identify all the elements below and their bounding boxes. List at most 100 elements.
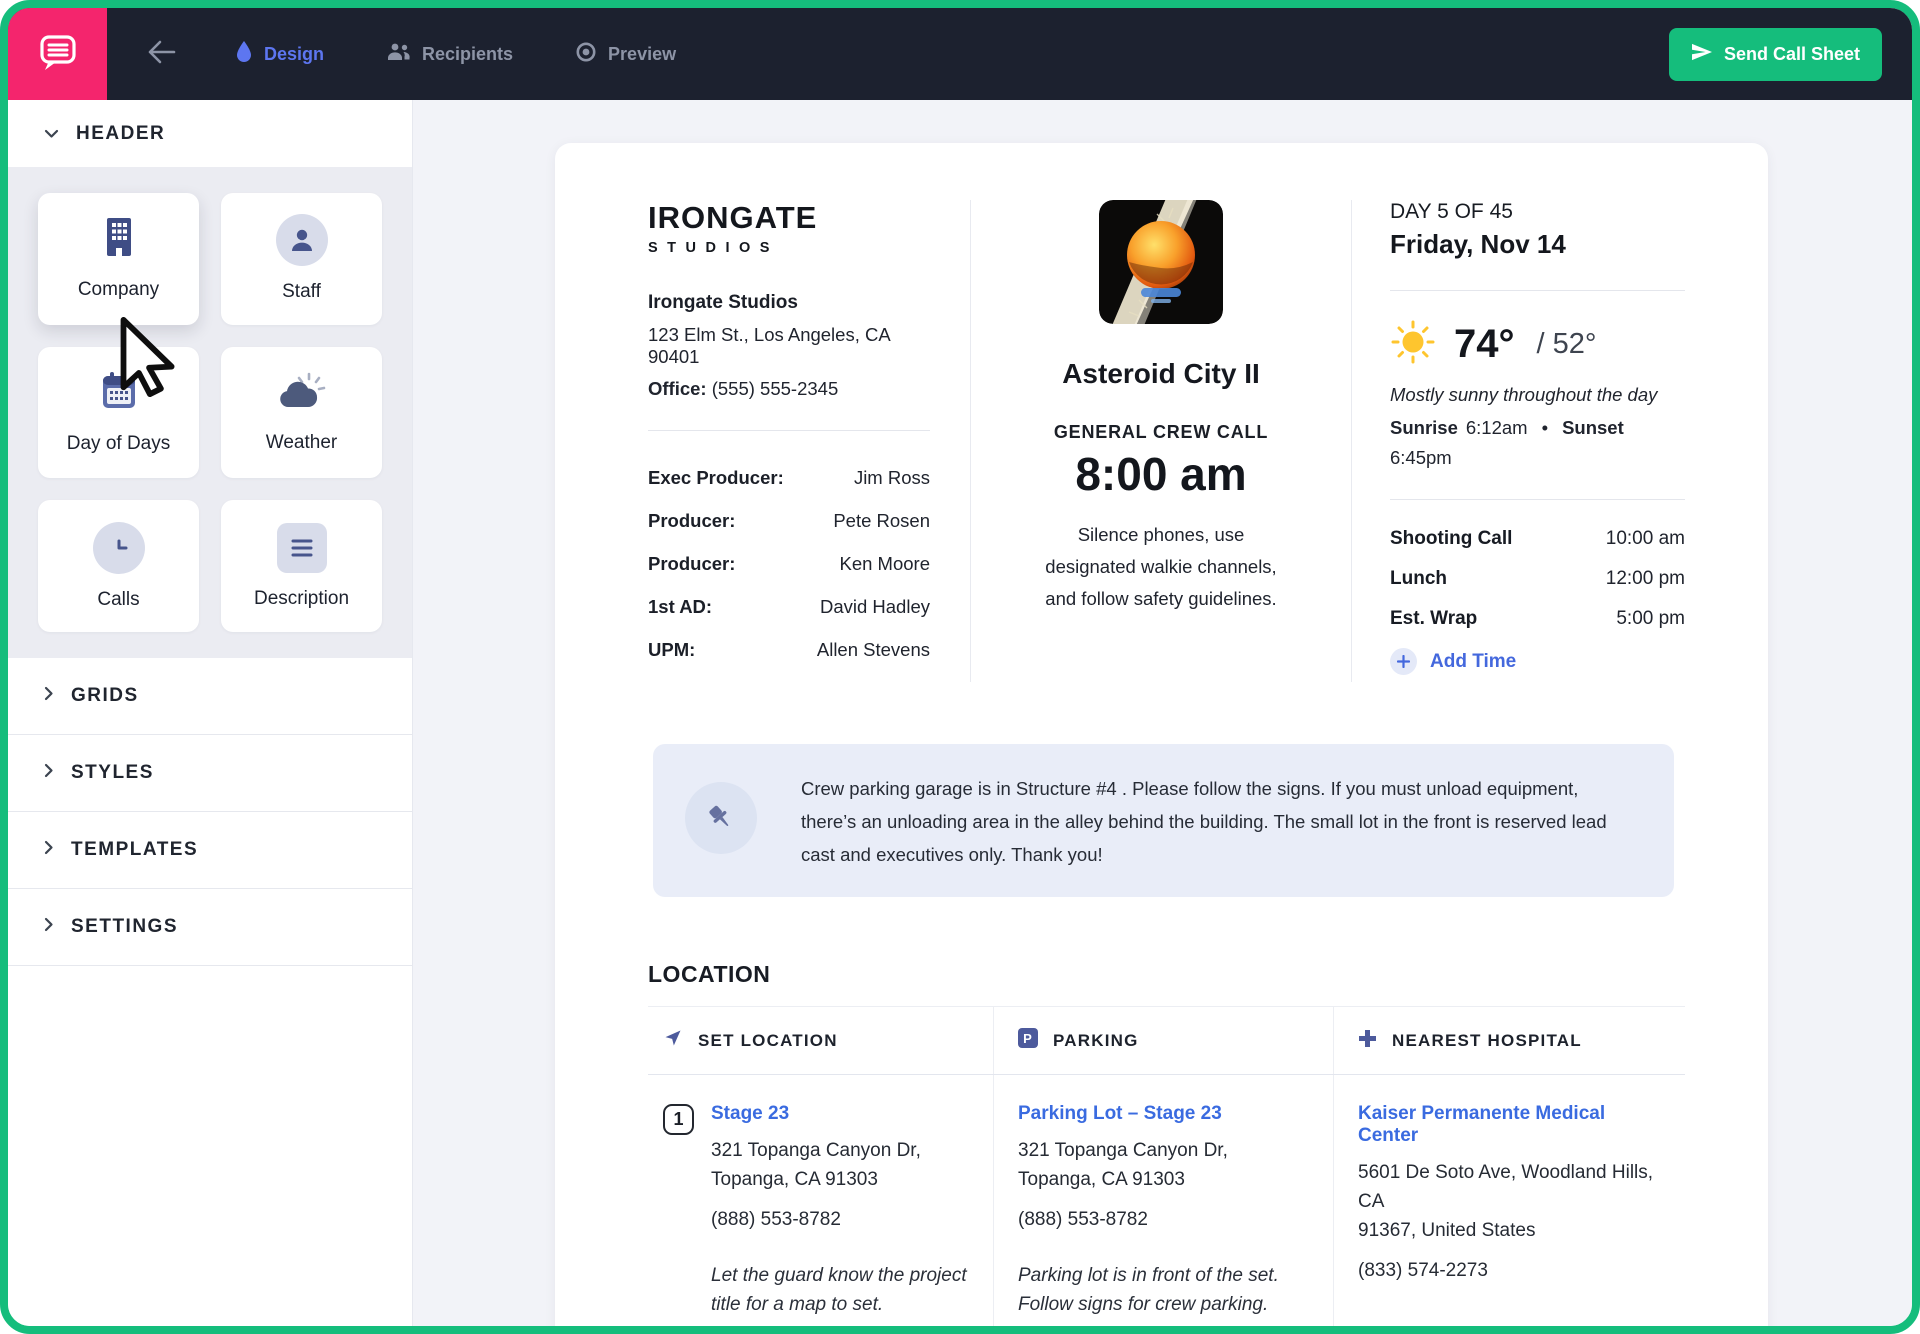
- staff-role: Producer:: [648, 510, 735, 532]
- location-table: SET LOCATION P PARKING: [648, 1006, 1685, 1326]
- sidebar-section-header[interactable]: HEADER: [8, 100, 412, 167]
- staff-row: Producer: Ken Moore: [648, 553, 930, 575]
- droplet-icon: [235, 40, 253, 68]
- time-row: Lunch 12:00 pm: [1390, 568, 1685, 590]
- production-note: Silence phones, use designated walkie ch…: [1035, 519, 1287, 615]
- staff-name: Pete Rosen: [833, 510, 930, 532]
- parking-address: 321 Topanga Canyon Dr, Topanga, CA 91303: [1018, 1136, 1307, 1194]
- company-address: 123 Elm St., Los Angeles, CA 90401: [648, 324, 930, 368]
- divider: [1390, 499, 1685, 500]
- sunrise-label: Sunrise: [1390, 417, 1458, 439]
- staff-row: 1st AD: David Hadley: [648, 596, 930, 618]
- tab-design-label: Design: [264, 44, 324, 65]
- tab-recipients[interactable]: Recipients: [386, 42, 513, 66]
- parking-note: Parking lot is in front of the set. Foll…: [1018, 1261, 1307, 1319]
- production-title: Asteroid City II: [1062, 358, 1260, 390]
- company-column[interactable]: IRONGATE STUDIOS Irongate Studios 123 El…: [648, 200, 970, 682]
- tile-company[interactable]: Company: [38, 193, 199, 325]
- person-icon: [276, 214, 328, 266]
- set-location-note: Let the guard know the project title for…: [711, 1261, 967, 1319]
- sunset-value: 6:45pm: [1390, 447, 1452, 469]
- tile-day-of-days[interactable]: Day of Days: [38, 347, 199, 479]
- set-location-address: 321 Topanga Canyon Dr, Topanga, CA 91303: [711, 1136, 967, 1194]
- sidebar-section-styles[interactable]: STYLES: [8, 735, 412, 812]
- calendar-icon: [97, 370, 141, 418]
- column-header-set-location: SET LOCATION: [648, 1007, 993, 1074]
- parking-link[interactable]: Parking Lot – Stage 23: [1018, 1103, 1307, 1125]
- svg-text:P: P: [1023, 1031, 1033, 1046]
- staff-row: Producer: Pete Rosen: [648, 510, 930, 532]
- send-call-sheet-button[interactable]: Send Call Sheet: [1669, 28, 1882, 81]
- time-label: Est. Wrap: [1390, 608, 1477, 630]
- sun-icon: [1390, 319, 1436, 370]
- sidebar-section-grids-label: GRIDS: [71, 685, 139, 707]
- general-crew-call-time: 8:00 am: [1075, 447, 1246, 501]
- location-section: LOCATION SET LOCATION: [648, 961, 1685, 1326]
- tile-description[interactable]: Description: [221, 500, 382, 632]
- time-value: 10:00 am: [1606, 528, 1685, 550]
- day-column[interactable]: DAY 5 OF 45 Friday, Nov 14: [1352, 200, 1685, 682]
- call-sheet-document[interactable]: IRONGATE STUDIOS Irongate Studios 123 El…: [555, 143, 1768, 1326]
- company-logo-subtitle: STUDIOS: [648, 240, 930, 256]
- tile-description-label: Description: [254, 588, 349, 610]
- staff-list: Exec Producer: Jim Ross Producer: Pete R…: [648, 467, 930, 661]
- tile-weather[interactable]: Weather: [221, 347, 382, 479]
- tile-calls-label: Calls: [97, 589, 139, 611]
- tile-calls[interactable]: Calls: [38, 500, 199, 632]
- tab-preview[interactable]: Preview: [575, 41, 676, 68]
- company-office-phone: Office: (555) 555-2345: [648, 378, 930, 400]
- staff-name: Ken Moore: [840, 553, 931, 575]
- add-time-button[interactable]: Add Time: [1390, 648, 1685, 675]
- app-window: Design Recipients: [0, 0, 1920, 1334]
- cloud-sun-icon: [276, 371, 328, 417]
- pushpin-icon: [685, 782, 757, 854]
- company-logo-wordmark: IRONGATE: [648, 200, 930, 236]
- forecast-text: Mostly sunny throughout the day: [1390, 384, 1685, 406]
- hospital-link[interactable]: Kaiser Permanente Medical Center: [1358, 1103, 1659, 1147]
- notice-banner[interactable]: Crew parking garage is in Structure #4 .…: [653, 744, 1674, 897]
- address-line: 321 Topanga Canyon Dr,: [1018, 1140, 1228, 1161]
- editor-tabs: Design Recipients: [235, 40, 676, 68]
- chevron-right-icon: [44, 685, 54, 707]
- staff-role: Producer:: [648, 553, 735, 575]
- document-lines-icon: [277, 523, 327, 573]
- tab-recipients-label: Recipients: [422, 44, 513, 65]
- tab-design[interactable]: Design: [235, 40, 324, 68]
- sidebar-section-settings-label: SETTINGS: [71, 916, 178, 938]
- production-column[interactable]: Asteroid City II GENERAL CREW CALL 8:00 …: [970, 200, 1352, 682]
- sidebar-section-settings[interactable]: SETTINGS: [8, 889, 412, 966]
- set-location-link[interactable]: Stage 23: [711, 1103, 967, 1125]
- add-time-label: Add Time: [1430, 651, 1516, 673]
- dot-separator: •: [1542, 417, 1548, 439]
- sidebar-section-templates[interactable]: TEMPLATES: [8, 812, 412, 889]
- plus-icon: [1390, 648, 1417, 675]
- set-location-phone: (888) 553-8782: [711, 1209, 967, 1231]
- sunset-label: Sunset: [1562, 417, 1624, 439]
- tile-company-label: Company: [78, 279, 159, 301]
- app-logo[interactable]: [8, 8, 107, 100]
- chevron-right-icon: [44, 916, 54, 938]
- sheet-header-section: IRONGATE STUDIOS Irongate Studios 123 El…: [648, 200, 1685, 682]
- notice-text: Crew parking garage is in Structure #4 .…: [801, 768, 1634, 871]
- address-line: 321 Topanga Canyon Dr,: [711, 1140, 921, 1161]
- weather-summary: 74° / 52°: [1390, 319, 1685, 370]
- navigation-arrow-icon: [663, 1028, 683, 1053]
- production-poster[interactable]: [1099, 200, 1223, 324]
- back-button[interactable]: [147, 39, 177, 70]
- staff-name: Jim Ross: [854, 467, 930, 489]
- tile-staff[interactable]: Staff: [221, 193, 382, 325]
- header-elements-panel: Company Staff: [8, 167, 412, 658]
- sunrise-sunset: Sunrise 6:12am • Sunset 6:45pm: [1390, 417, 1685, 469]
- staff-role: 1st AD:: [648, 596, 712, 618]
- sidebar-section-grids[interactable]: GRIDS: [8, 658, 412, 735]
- column-header-parking: P PARKING: [993, 1007, 1333, 1074]
- shoot-date: Friday, Nov 14: [1390, 229, 1685, 260]
- parking-cell: Parking Lot – Stage 23 321 Topanga Canyo…: [993, 1075, 1333, 1326]
- column-header-label: PARKING: [1053, 1031, 1139, 1051]
- parking-phone: (888) 553-8782: [1018, 1209, 1307, 1231]
- building-icon: [101, 216, 137, 264]
- design-sidebar: HEADER: [8, 100, 413, 1326]
- clock-icon: [93, 522, 145, 574]
- tile-staff-label: Staff: [282, 281, 321, 303]
- divider: [1390, 290, 1685, 291]
